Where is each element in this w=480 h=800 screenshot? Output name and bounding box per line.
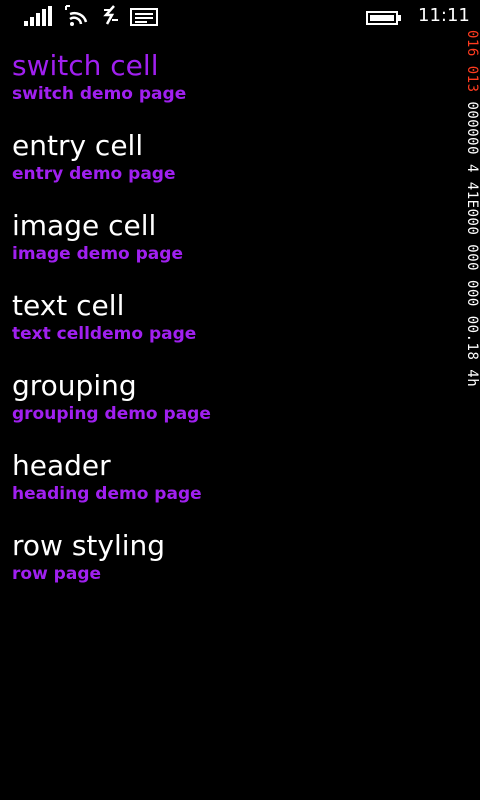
cell-detail: entry demo page (12, 164, 176, 184)
list-item-image-cell[interactable]: image cell image demo page (12, 206, 452, 286)
cell-title: image cell (12, 209, 157, 242)
debug-counter-highlight: 016 013 (464, 30, 480, 93)
cell-title: grouping (12, 369, 137, 402)
cell-detail: grouping demo page (12, 404, 211, 424)
cell-detail: heading demo page (12, 484, 202, 504)
signal-icon (24, 6, 54, 26)
clock: 11:11 (418, 5, 470, 26)
list-item-text-cell[interactable]: text cell text celldemo page (12, 286, 452, 366)
battery-icon (366, 10, 402, 25)
cell-detail: image demo page (12, 244, 183, 264)
cell-title: entry cell (12, 129, 144, 162)
cell-detail: row page (12, 564, 102, 584)
cell-list: switch cell switch demo page entry cell … (12, 46, 452, 606)
list-item-entry-cell[interactable]: entry cell entry demo page (12, 126, 452, 206)
data-icon (100, 4, 122, 26)
cell-title: text cell (12, 289, 125, 322)
cell-title: switch cell (12, 49, 159, 82)
cell-title: header (12, 449, 111, 482)
list-item-header[interactable]: header heading demo page (12, 446, 452, 526)
debug-counter-values: 000000 4 41E000 000 000 00.18 4h (464, 92, 480, 388)
cell-detail: switch demo page (12, 84, 187, 104)
cell-detail: text celldemo page (12, 324, 197, 344)
list-item-switch-cell[interactable]: switch cell switch demo page (12, 46, 452, 126)
status-bar: 11:11 (0, 0, 480, 32)
cell-title: row styling (12, 529, 166, 562)
debug-frame-counter: 016 013 000000 4 41E000 000 000 00.18 4h (462, 30, 480, 402)
list-item-row-styling[interactable]: row styling row page (12, 526, 452, 606)
list-item-grouping[interactable]: grouping grouping demo page (12, 366, 452, 446)
wifi-icon (64, 4, 90, 26)
message-icon (130, 8, 158, 26)
